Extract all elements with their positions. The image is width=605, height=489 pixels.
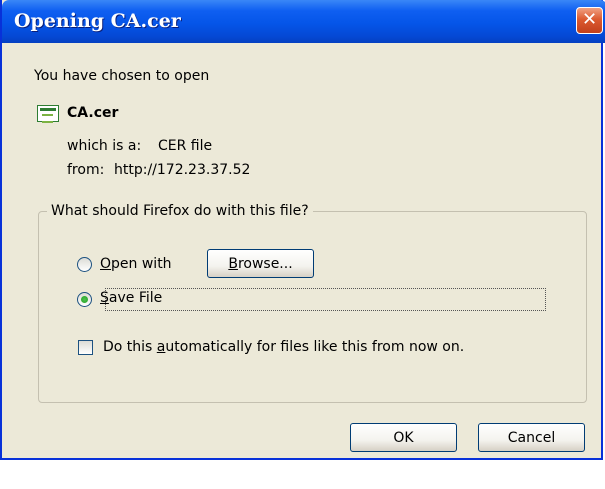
cancel-button[interactable]: Cancel: [478, 423, 585, 452]
close-icon: ✕: [581, 9, 598, 30]
ok-button[interactable]: OK: [350, 423, 457, 452]
open-with-label[interactable]: Open with: [100, 256, 172, 272]
title-bar[interactable]: Opening CA.cer ✕: [2, 0, 605, 43]
file-name: CA.cer: [67, 105, 119, 121]
file-type-label: which is a:: [67, 138, 142, 154]
save-file-radio[interactable]: [77, 292, 92, 307]
file-source-value: http://172.23.37.52: [114, 162, 251, 178]
auto-action-checkbox[interactable]: [78, 340, 93, 355]
close-button[interactable]: ✕: [576, 7, 603, 34]
certificate-file-icon: [37, 105, 59, 123]
dialog-window: Opening CA.cer ✕ You have chosen to open…: [0, 0, 605, 460]
window-title: Opening CA.cer: [14, 10, 181, 32]
action-group-legend: What should Firefox do with this file?: [47, 203, 313, 219]
browse-button[interactable]: Browse...: [207, 249, 314, 278]
intro-text: You have chosen to open: [34, 68, 210, 84]
file-source-label: from:: [67, 162, 105, 178]
save-file-label[interactable]: Save File: [100, 290, 162, 306]
save-file-focus-ring: [105, 288, 546, 311]
auto-action-label[interactable]: Do this automatically for files like thi…: [103, 339, 464, 355]
open-with-radio[interactable]: [77, 257, 92, 272]
file-type-value: CER file: [158, 138, 213, 154]
